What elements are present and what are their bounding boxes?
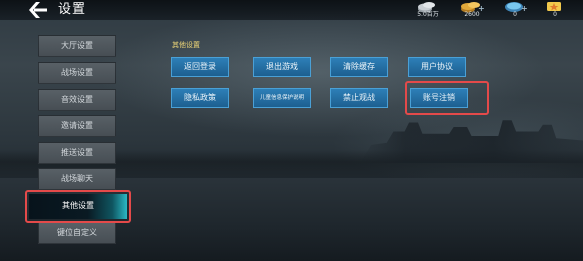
ticket-value: 0 (553, 11, 557, 18)
sidebar-item-battlefield[interactable]: 战场设置 (38, 62, 116, 84)
ship-silhouettes (360, 120, 583, 163)
silver-counter[interactable]: 5.0百万 (408, 0, 448, 20)
sidebar-item-other[interactable]: 其他设置 (29, 194, 127, 219)
gold-counter[interactable]: + 2600 (452, 0, 492, 20)
gem-value: 0 (513, 11, 517, 18)
clear-cache-button[interactable]: 清除缓存 (330, 57, 388, 77)
disable-spectate-button[interactable]: 禁止观战 (330, 88, 388, 108)
back-button[interactable] (26, 1, 48, 19)
sidebar-item-lobby[interactable]: 大厅设置 (38, 35, 116, 57)
account-deletion-button[interactable]: 账号注销 (410, 88, 468, 108)
sea (0, 178, 583, 261)
sidebar-item-invite[interactable]: 邀请设置 (38, 115, 116, 137)
child-info-protection-button[interactable]: 儿童信息保护说明 (253, 88, 311, 108)
user-agreement-button[interactable]: 用户协议 (408, 57, 466, 77)
sidebar-item-keybind[interactable]: 键位自定义 (38, 222, 116, 244)
gold-value: 2600 (464, 11, 480, 18)
page-title: 设置 (58, 2, 87, 17)
back-arrow-icon (29, 2, 47, 18)
return-login-button[interactable]: 返回登录 (171, 57, 229, 77)
section-title: 其他设置 (172, 41, 200, 49)
ticket-counter[interactable]: 0 (535, 0, 575, 20)
privacy-policy-button[interactable]: 隐私政策 (171, 88, 229, 108)
sidebar-item-push[interactable]: 推送设置 (38, 142, 116, 164)
sidebar-item-sound[interactable]: 音效设置 (38, 89, 116, 111)
gem-counter[interactable]: + 0 (495, 0, 535, 20)
silver-value: 5.0百万 (417, 11, 439, 18)
exit-game-button[interactable]: 退出游戏 (253, 57, 311, 77)
top-bar: 设置 5.0百万 + 2600 + 0 0 (0, 0, 583, 20)
sidebar-item-battle-chat[interactable]: 战场聊天 (38, 168, 116, 190)
